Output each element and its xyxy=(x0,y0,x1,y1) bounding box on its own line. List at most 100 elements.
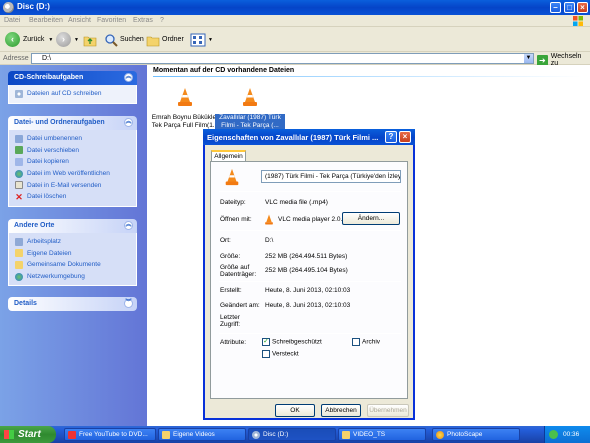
up-folder-button[interactable] xyxy=(83,31,97,48)
archive-label: Archiv xyxy=(362,338,381,346)
task-delete[interactable]: ✕ Datei löschen xyxy=(15,191,136,203)
cd-write-icon xyxy=(15,89,23,98)
section-title: Momentan auf der CD vorhandene Dateien xyxy=(153,67,295,74)
file-item[interactable]: Emrah Boynu Bükükler Tek Parça Full Film… xyxy=(150,87,220,130)
menu-help[interactable]: ? xyxy=(160,17,164,24)
place-label: Eigene Dateien xyxy=(27,249,72,257)
taskbar-item-photoscape[interactable]: PhotoScape xyxy=(432,428,520,441)
task-label: Datei löschen xyxy=(27,193,67,201)
collapse-chevron-icon[interactable]: ︽ xyxy=(124,221,133,230)
minimize-button[interactable]: – xyxy=(550,2,561,13)
task-email[interactable]: Datei in E-Mail versenden xyxy=(15,179,136,191)
place-network[interactable]: Netzwerkumgebung xyxy=(15,271,136,283)
back-button[interactable]: ‹ Zurück ▼ xyxy=(5,31,53,48)
task-copy[interactable]: Datei kopieren xyxy=(15,156,136,168)
other-places-body: Arbeitsplatz Eigene Dateien Gemeinsame D… xyxy=(8,233,137,287)
divider xyxy=(219,333,401,334)
start-button[interactable]: Start xyxy=(0,426,56,443)
help-button[interactable]: ? xyxy=(385,131,397,143)
details-header[interactable]: Details ︾ xyxy=(8,297,137,311)
divider xyxy=(219,230,401,231)
cd-tasks-body: Dateien auf CD schreiben xyxy=(8,85,137,104)
task-write-cd[interactable]: Dateien auf CD schreiben xyxy=(15,88,136,100)
size-value: 252 MB (264.494.511 Bytes) xyxy=(265,253,348,260)
collapse-chevron-icon[interactable]: ︽ xyxy=(124,118,133,127)
openwith-value: VLC media player 2.0. xyxy=(278,216,343,223)
delete-x-icon: ✕ xyxy=(15,191,23,202)
apply-button[interactable]: Übernehmen xyxy=(367,404,409,417)
taskbar-item-youtube-dvd[interactable]: Free YouTube to DVD... xyxy=(64,428,156,441)
readonly-checkbox[interactable]: ✓ Schreibgeschützt xyxy=(262,338,322,346)
cancel-button[interactable]: Abbrechen xyxy=(321,404,361,417)
attributes-label: Attribute: xyxy=(220,339,247,346)
accessed-label: Zugriff: xyxy=(220,321,241,328)
task-publish-web[interactable]: Datei im Web veröffentlichen xyxy=(15,168,136,180)
rename-icon xyxy=(15,134,23,143)
windows-logo-icon xyxy=(573,16,583,26)
menu-extras[interactable]: Extras xyxy=(133,17,153,24)
clock[interactable]: 00:36 xyxy=(563,431,579,438)
menu-ansicht[interactable]: Ansicht xyxy=(68,17,91,24)
maximize-button[interactable]: □ xyxy=(564,2,575,13)
taskbar-item-disc[interactable]: Disc (D:) xyxy=(248,428,336,441)
task-rename[interactable]: Datei umbenennen xyxy=(15,133,136,145)
tray-network-icon[interactable] xyxy=(549,430,558,439)
change-button[interactable]: Ändern... xyxy=(342,212,400,225)
computer-icon xyxy=(15,237,23,246)
menu-datei[interactable]: Datei xyxy=(4,17,20,24)
file-item-selected[interactable]: Zavallılar (1987) Türk Filmi - Tek Parça… xyxy=(215,87,285,130)
folder-icon xyxy=(162,431,170,439)
place-my-computer[interactable]: Arbeitsplatz xyxy=(15,236,136,248)
close-button[interactable]: × xyxy=(577,2,588,13)
cd-tasks-title: CD-Schreibaufgaben xyxy=(14,74,84,81)
filename-field[interactable]: (1987) Türk Filmi - Tek Parça (Türkiye'd… xyxy=(261,170,401,183)
task-label: Dateien auf CD schreiben xyxy=(27,90,102,98)
size-label: Größe: xyxy=(220,253,241,260)
ok-button[interactable]: OK xyxy=(275,404,315,417)
menu-favoriten[interactable]: Favoriten xyxy=(97,17,126,24)
back-label: Zurück xyxy=(23,36,45,43)
address-value: D:\ xyxy=(42,55,51,62)
hidden-checkbox[interactable]: Versteckt xyxy=(262,350,299,358)
taskbar-item-video-ts[interactable]: VIDEO_TS xyxy=(338,428,426,441)
task-move[interactable]: Datei verschieben xyxy=(15,145,136,157)
taskbar-item-eigene-videos[interactable]: Eigene Videos xyxy=(158,428,246,441)
dialog-close-button[interactable]: × xyxy=(399,131,411,143)
task-pane: CD-Schreibaufgaben ︽ Dateien auf CD schr… xyxy=(0,65,147,426)
other-places-title: Andere Orte xyxy=(14,222,55,229)
expand-chevron-icon[interactable]: ︾ xyxy=(124,299,133,308)
address-input[interactable]: D:\ ▼ xyxy=(31,53,534,64)
copy-icon xyxy=(15,157,23,166)
search-button[interactable]: Suchen xyxy=(104,31,144,48)
views-button[interactable]: ▼ xyxy=(190,31,213,48)
file-name-line1: Zavallılar (1987) Türk xyxy=(215,114,285,122)
address-label: Adresse xyxy=(3,55,29,62)
task-label: Datei verschieben xyxy=(27,146,80,154)
size-on-disk-value: 252 MB (264.495.104 Bytes) xyxy=(265,267,348,274)
taskbar: Start Free YouTube to DVD... Eigene Vide… xyxy=(0,426,590,443)
folders-label: Ordner xyxy=(162,36,184,43)
other-places-header[interactable]: Andere Orte ︽ xyxy=(8,219,137,233)
address-dropdown-icon[interactable]: ▼ xyxy=(524,54,533,63)
folders-icon xyxy=(146,36,160,46)
place-my-documents[interactable]: Eigene Dateien xyxy=(15,248,136,260)
menu-bearbeiten[interactable]: Bearbeiten xyxy=(29,17,63,24)
place-shared-documents[interactable]: Gemeinsame Dokumente xyxy=(15,259,136,271)
vlc-cone-icon xyxy=(178,88,192,106)
folder-up-icon xyxy=(83,36,97,46)
collapse-chevron-icon[interactable]: ︽ xyxy=(124,73,133,82)
dialog-title: Eigenschaften von Zavallılar (1987) Türk… xyxy=(207,133,379,142)
globe-icon xyxy=(15,169,23,178)
cd-tasks-header[interactable]: CD-Schreibaufgaben ︽ xyxy=(8,71,137,85)
taskbar-item-label: Free YouTube to DVD... xyxy=(79,431,148,438)
accessed-label: Letzter xyxy=(220,314,240,321)
task-label: Datei umbenennen xyxy=(27,135,82,143)
folders-button[interactable]: Ordner xyxy=(146,31,184,48)
file-tasks-header[interactable]: Datei- und Ordneraufgaben ︽ xyxy=(8,116,137,130)
cd-tasks-group: CD-Schreibaufgaben ︽ Dateien auf CD schr… xyxy=(8,71,137,104)
archive-checkbox[interactable]: Archiv xyxy=(352,338,380,346)
file-tasks-group: Datei- und Ordneraufgaben ︽ Datei umbene… xyxy=(8,116,137,207)
forward-button[interactable]: › ▼ xyxy=(56,31,79,48)
place-label: Netzwerkumgebung xyxy=(27,273,85,281)
search-icon xyxy=(105,33,118,47)
